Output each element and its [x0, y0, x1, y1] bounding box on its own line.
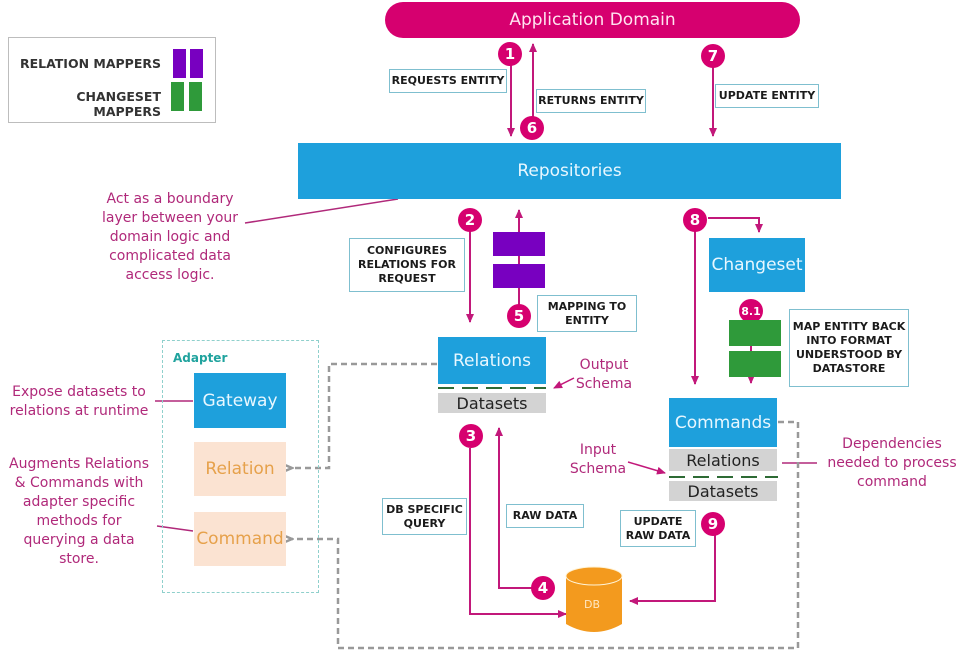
arrow-step-8-right — [708, 217, 763, 233]
adapter-relation[interactable]: Relation — [194, 442, 286, 496]
relations[interactable]: Relations — [438, 337, 546, 384]
step-label-requests-entity: REQUESTS ENTITY — [389, 69, 507, 93]
step-label-map-entity-back: MAP ENTITY BACK INTO FORMAT UNDERSTOOD B… — [789, 309, 909, 387]
note-gateway: Expose datasets to relations at runtime — [9, 384, 149, 419]
step-label-update-raw-data: UPDATE RAW DATA — [620, 510, 696, 547]
note-leader-repositories — [244, 198, 399, 224]
repositories[interactable]: Repositories — [298, 143, 841, 199]
commands-datasets[interactable]: Datasets — [669, 481, 777, 501]
step-label-raw-data: RAW DATA — [506, 504, 584, 528]
relation-mapper-swatch — [190, 49, 203, 78]
step-badge-5: 5 — [507, 304, 531, 328]
step-badge-8: 8 — [683, 208, 707, 232]
relation-mapper-swatch — [173, 49, 186, 78]
note-dependencies: Dependencies needed to process command — [827, 436, 957, 490]
step-badge-1: 1 — [498, 42, 522, 66]
step-badge-9: 9 — [701, 512, 725, 536]
db-label: DB — [584, 598, 601, 611]
adapter-command[interactable]: Command — [194, 512, 286, 566]
changeset-mapper-block — [729, 320, 781, 346]
relation-mapper-block — [493, 264, 545, 288]
legend-label-changeset-mappers: CHANGESET MAPPERS — [76, 89, 161, 119]
step-label-db-specific-query: DB SPECIFIC QUERY — [382, 498, 467, 535]
step-label-mapping-to-entity: MAPPING TO ENTITY — [537, 295, 637, 332]
changeset-mapper-swatch — [189, 82, 202, 111]
step-label-update-entity: UPDATE ENTITY — [715, 84, 819, 108]
adapter-title: Adapter — [173, 351, 228, 365]
note-repositories: Act as a boundary layer between your dom… — [101, 191, 239, 283]
step-badge-2: 2 — [458, 208, 482, 232]
application-domain[interactable]: Application Domain — [385, 2, 800, 38]
note-output-schema: Output Schema — [575, 357, 633, 392]
step-label-configures-relations: CONFIGURES RELATIONS FOR REQUEST — [349, 238, 465, 292]
legend-label-relation-mappers: RELATION MAPPERS — [19, 56, 161, 71]
output-schema-pointer — [553, 377, 575, 389]
relations-datasets[interactable]: Datasets — [438, 393, 546, 413]
step-badge-7: 7 — [701, 44, 725, 68]
legend: RELATION MAPPERS CHANGESET MAPPERS — [8, 37, 216, 123]
step-badge-4: 4 — [531, 576, 555, 600]
step-badge-6: 6 — [520, 116, 544, 140]
step-label-returns-entity: RETURNS ENTITY — [536, 89, 646, 113]
note-input-schema: Input Schema — [569, 442, 627, 477]
adapter-gateway[interactable]: Gateway — [194, 373, 286, 428]
changeset-mapper-swatch — [171, 82, 184, 111]
changeset-mapper-block — [729, 351, 781, 377]
commands[interactable]: Commands — [669, 398, 777, 447]
input-schema-pointer — [627, 461, 666, 475]
changeset[interactable]: Changeset — [709, 238, 805, 292]
step-badge-3: 3 — [459, 424, 483, 448]
note-adapter-extension: Augments Relations & Commands with adapt… — [9, 456, 149, 567]
commands-relations[interactable]: Relations — [669, 449, 777, 471]
relation-mapper-block — [493, 232, 545, 256]
